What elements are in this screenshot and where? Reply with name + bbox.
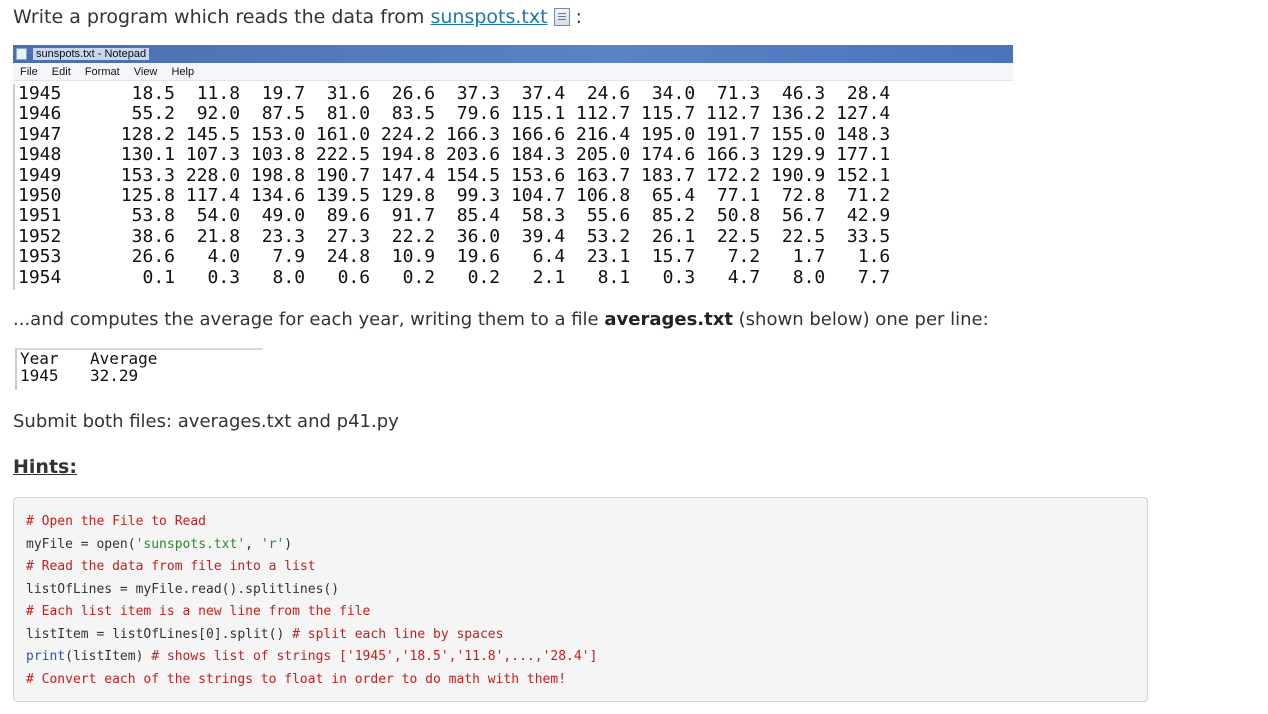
data-row: 1950 125.8 117.4 134.6 139.5 129.8 99.3 …: [18, 184, 1013, 206]
code-comment: # Read the data from file into a list: [26, 559, 316, 574]
menu-format[interactable]: Format: [85, 66, 120, 78]
notepad-title-bar: sunspots.txt - Notepad: [13, 45, 1013, 63]
menu-help[interactable]: Help: [171, 66, 194, 78]
data-row: 1945 18.5 11.8 19.7 31.6 26.6 37.3 37.4 …: [18, 83, 1013, 104]
row-year: 1953: [18, 246, 62, 268]
row-values: 38.6 21.8 23.3 27.3 22.2 36.0 39.4 53.2 …: [110, 225, 891, 247]
row-year: 1947: [18, 123, 62, 145]
data-row: 1946 55.2 92.0 87.5 81.0 83.5 79.6 115.1…: [18, 103, 1013, 125]
row-values: 153.3 228.0 198.8 190.7 147.4 154.5 153.…: [110, 164, 891, 186]
notepad-menu-bar: File Edit Format View Help: [13, 63, 1013, 81]
row-values: 53.8 54.0 49.0 89.6 91.7 85.4 58.3 55.6 …: [110, 205, 891, 227]
row-values: 128.2 145.5 153.0 161.0 224.2 166.3 166.…: [110, 123, 891, 145]
cell-average: 32.29: [90, 366, 139, 385]
row-year: 1948: [18, 144, 62, 166]
data-row: 1948 130.1 107.3 103.8 222.5 194.8 203.6…: [18, 144, 1013, 166]
notepad-icon: [16, 48, 27, 60]
data-row: 1952 38.6 21.8 23.3 27.3 22.2 36.0 39.4 …: [18, 225, 1013, 247]
submit-text: Submit both files: averages.txt and p41.…: [13, 411, 399, 432]
code-line: listOfLines = myFile.read().splitlines(): [26, 581, 340, 597]
data-row: 1953 26.6 4.0 7.9 24.8 10.9 19.6 6.4 23.…: [18, 246, 1013, 268]
menu-edit[interactable]: Edit: [52, 66, 71, 78]
row-year: 1946: [18, 103, 62, 125]
row-values: 18.5 11.8 19.7 31.6 26.6 37.3 37.4 24.6 …: [110, 83, 891, 104]
data-row: 1951 53.8 54.0 49.0 89.6 91.7 85.4 58.3 …: [18, 205, 1013, 227]
data-row: 1947 128.2 145.5 153.0 161.0 224.2 166.3…: [18, 123, 1013, 145]
row-year: 1945: [18, 83, 62, 104]
averages-data-row: 1945 32.29: [20, 367, 263, 384]
hints-heading: Hints:: [13, 456, 77, 478]
menu-view[interactable]: View: [134, 66, 158, 78]
notepad-window: sunspots.txt - Notepad File Edit Format …: [13, 45, 1013, 290]
para2-before: ...and computes the average for each yea…: [13, 309, 605, 330]
code-comment: # Each list item is a new line from the …: [26, 604, 371, 619]
sunspots-link[interactable]: sunspots.txt: [430, 6, 547, 28]
intro-text: Write a program which reads the data fro…: [13, 6, 582, 28]
cell-year: 1945: [20, 366, 59, 385]
row-year: 1950: [18, 184, 62, 206]
row-values: 26.6 4.0 7.9 24.8 10.9 19.6 6.4 23.1 15.…: [110, 246, 891, 268]
notepad-text-area[interactable]: 1945 18.5 11.8 19.7 31.6 26.6 37.3 37.4 …: [13, 83, 1013, 290]
row-year: 1951: [18, 205, 62, 227]
code-comment: # Open the File to Read: [26, 514, 207, 529]
row-year: 1954: [18, 266, 62, 288]
code-line: print(listItem) # shows list of strings …: [26, 649, 598, 664]
averages-filename: averages.txt: [604, 309, 733, 330]
row-values: 125.8 117.4 134.6 139.5 129.8 99.3 104.7…: [110, 184, 891, 206]
header-average: Average: [90, 349, 158, 368]
file-icon[interactable]: [553, 8, 570, 26]
row-values: 0.1 0.3 8.0 0.6 0.2 0.2 2.1 8.1 0.3 4.7 …: [110, 266, 891, 288]
code-block: # Open the File to Read myFile = open('s…: [13, 497, 1148, 702]
row-year: 1952: [18, 225, 62, 247]
intro-text-before: Write a program which reads the data fro…: [13, 6, 431, 28]
data-row: 1954 0.1 0.3 8.0 0.6 0.2 0.2 2.1 8.1 0.3…: [18, 266, 1013, 288]
menu-file[interactable]: File: [20, 66, 38, 78]
notepad-title: sunspots.txt - Notepad: [33, 48, 150, 60]
averages-example: Year Average 1945 32.29: [15, 348, 263, 390]
row-year: 1949: [18, 164, 62, 186]
intro-text-after: :: [569, 6, 583, 28]
code-line: listItem = listOfLines[0].split() # spli…: [26, 626, 504, 642]
averages-header-row: Year Average: [20, 350, 263, 367]
row-values: 130.1 107.3 103.8 222.5 194.8 203.6 184.…: [110, 144, 891, 166]
para2-after: (shown below) one per line:: [732, 309, 989, 330]
code-comment: # Convert each of the strings to float i…: [26, 671, 567, 687]
row-values: 55.2 92.0 87.5 81.0 83.5 79.6 115.1 112.…: [110, 103, 891, 125]
data-row: 1949 153.3 228.0 198.8 190.7 147.4 154.5…: [18, 164, 1013, 186]
code-line: myFile = open('sunspots.txt', 'r'): [26, 536, 293, 552]
instructions-text: ...and computes the average for each yea…: [13, 309, 989, 330]
